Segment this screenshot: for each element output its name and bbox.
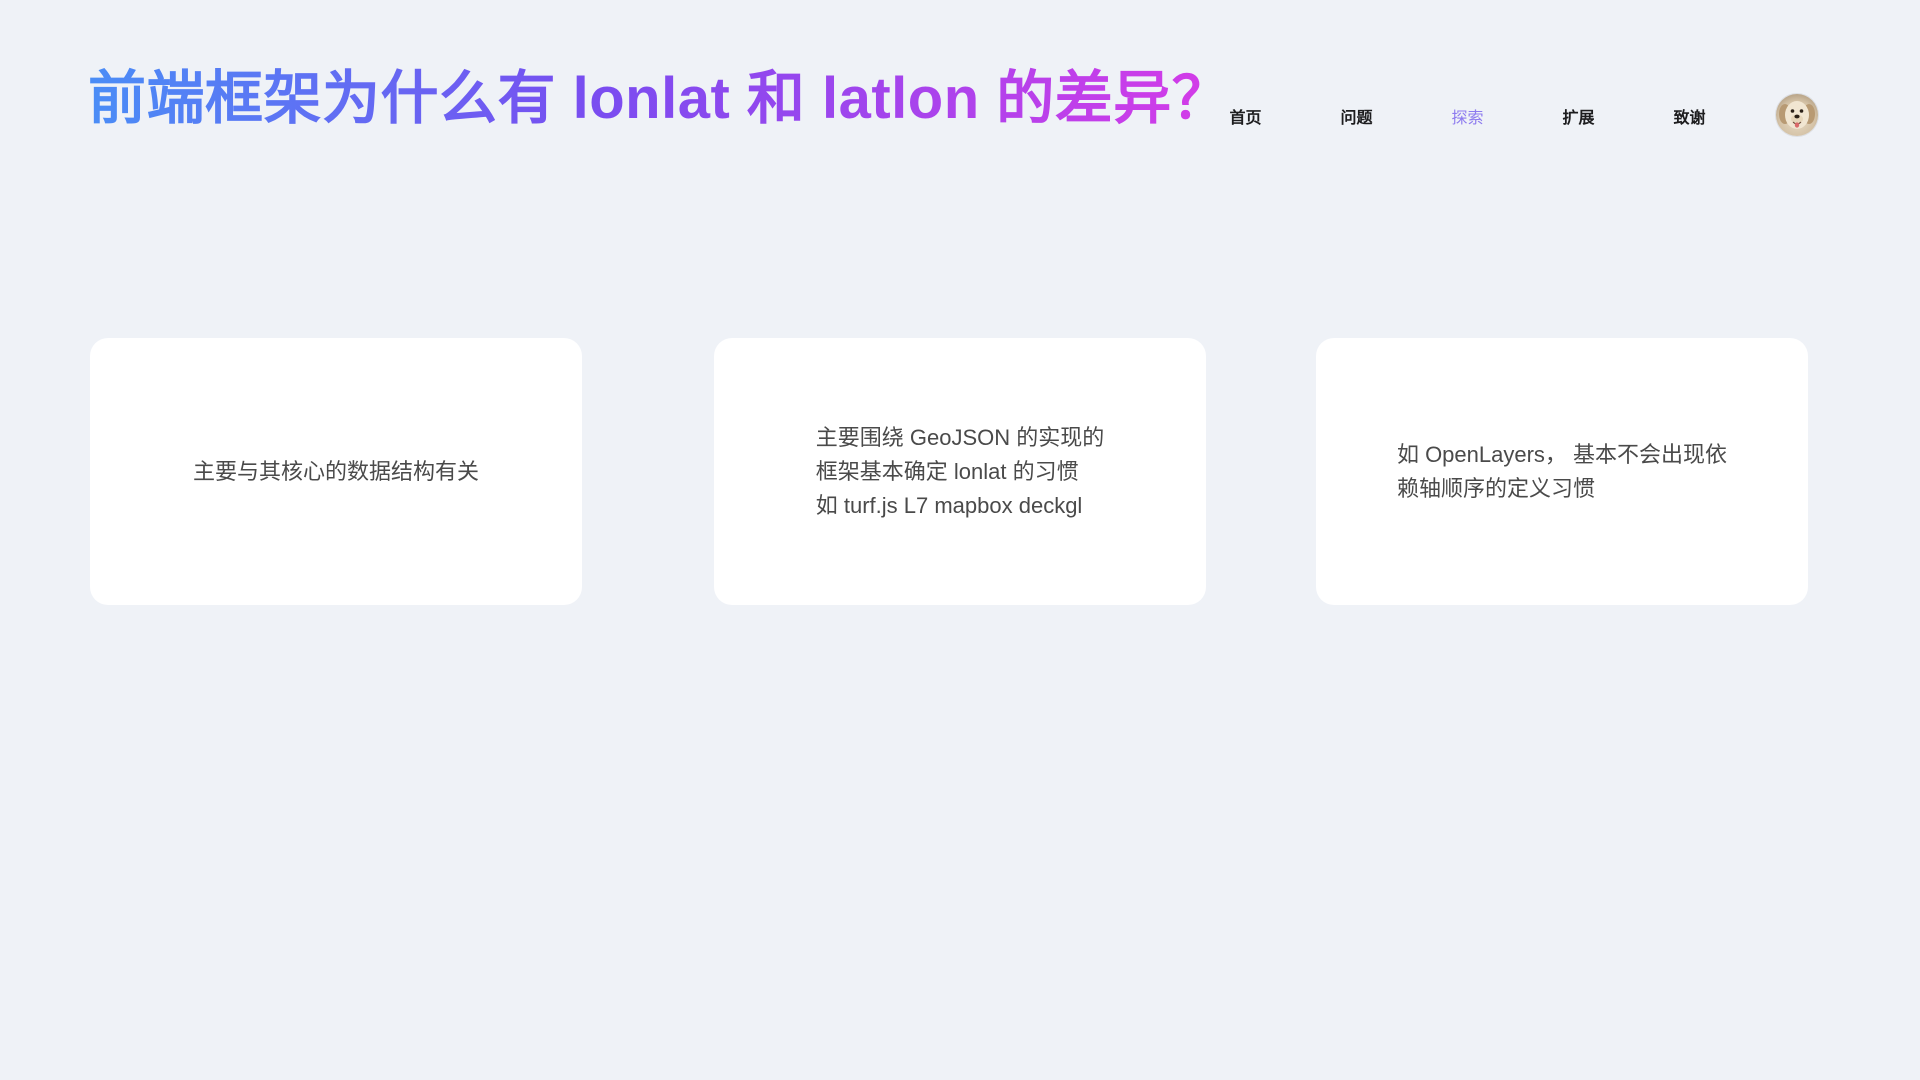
card-line: 赖轴顺序的定义习惯 bbox=[1396, 475, 1595, 501]
avatar[interactable] bbox=[1776, 94, 1818, 136]
card-line: 如 OpenLayers， 基本不会出现依 bbox=[1396, 441, 1728, 467]
nav-item-thanks[interactable]: 致谢 bbox=[1634, 104, 1745, 128]
page-title: 前端框架为什么有 lonlat 和 latlon 的差异？ bbox=[88, 58, 1230, 140]
nav-item-explore[interactable]: 探索 bbox=[1412, 104, 1523, 128]
top-nav: 首页 问题 探索 扩展 致谢 bbox=[1190, 98, 1745, 134]
card-text: 如 OpenLayers， 基本不会出现依 赖轴顺序的定义习惯 bbox=[1397, 438, 1727, 506]
nav-item-home[interactable]: 首页 bbox=[1190, 104, 1301, 128]
card-line: 框架基本确定 lonlat 的习惯 bbox=[815, 458, 1079, 484]
dog-avatar-icon bbox=[1779, 101, 1815, 129]
nav-item-extensions[interactable]: 扩展 bbox=[1523, 104, 1634, 128]
card-line: 主要与其核心的数据结构有关 bbox=[192, 458, 479, 484]
nav-item-questions[interactable]: 问题 bbox=[1301, 104, 1412, 128]
card-line: 如 turf.js L7 mapbox deckgl bbox=[815, 492, 1083, 518]
info-card-data-structure: 主要与其核心的数据结构有关 bbox=[90, 338, 582, 605]
card-text: 主要围绕 GeoJSON 的实现的 框架基本确定 lonlat 的习惯 如 tu… bbox=[816, 421, 1104, 523]
info-card-geojson: 主要围绕 GeoJSON 的实现的 框架基本确定 lonlat 的习惯 如 tu… bbox=[714, 338, 1206, 605]
info-card-openlayers: 如 OpenLayers， 基本不会出现依 赖轴顺序的定义习惯 bbox=[1316, 338, 1808, 605]
card-text: 主要与其核心的数据结构有关 bbox=[193, 455, 479, 489]
card-line: 主要围绕 GeoJSON 的实现的 bbox=[815, 424, 1105, 450]
